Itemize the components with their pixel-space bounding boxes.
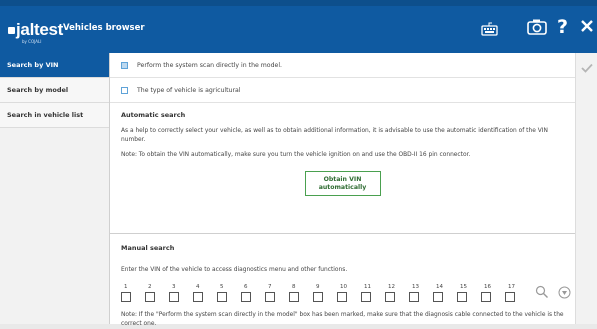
- vin-char-input[interactable]: [289, 292, 299, 302]
- vin-char-input[interactable]: [505, 292, 515, 302]
- vin-char-input[interactable]: [313, 292, 323, 302]
- vin-char-input[interactable]: [145, 292, 155, 302]
- vin-char-input[interactable]: [433, 292, 443, 302]
- vin-position-number: 10: [340, 284, 347, 290]
- obtain-vin-label-1: Obtain VIN: [323, 175, 362, 183]
- vin-char-cell: 4: [193, 284, 217, 302]
- vin-char-cell: 1: [121, 284, 145, 302]
- vin-char-input[interactable]: [241, 292, 251, 302]
- vin-position-number: 11: [364, 284, 371, 290]
- sidebar-item-search-by-vin[interactable]: Search by VIN: [0, 53, 109, 78]
- vin-position-number: 16: [484, 284, 491, 290]
- vin-char-input[interactable]: [385, 292, 395, 302]
- vin-char-cell: 3: [169, 284, 193, 302]
- vin-char-input[interactable]: [361, 292, 371, 302]
- vin-char-cell: 2: [145, 284, 169, 302]
- vin-char-input[interactable]: [121, 292, 131, 302]
- section-divider: [110, 233, 575, 234]
- manual-search-section: Manual search Enter the VIN of the vehic…: [110, 244, 575, 329]
- vin-char-input[interactable]: [481, 292, 491, 302]
- vin-char-cell: 15: [457, 284, 481, 302]
- obtain-vin-button[interactable]: Obtain VIN automatically: [304, 171, 381, 196]
- obtain-vin-label-2: automatically: [318, 183, 367, 191]
- search-icon[interactable]: [535, 284, 549, 303]
- vin-position-number: 3: [172, 284, 176, 290]
- vin-position-number: 17: [508, 284, 515, 290]
- vin-char-input[interactable]: [193, 292, 203, 302]
- vin-char-input[interactable]: [217, 292, 227, 302]
- vin-char-cell: 5: [217, 284, 241, 302]
- vin-char-cell: 10: [337, 284, 361, 302]
- vin-char-cell: 8: [289, 284, 313, 302]
- vin-char-cell: 14: [433, 284, 457, 302]
- vin-char-cell: 13: [409, 284, 433, 302]
- sidebar-item-search-by-model[interactable]: Search by model: [0, 78, 109, 103]
- vin-char-cell: 7: [265, 284, 289, 302]
- automatic-search-note: Note: To obtain the VIN automatically, m…: [121, 152, 471, 158]
- vin-char-cell: 17: [505, 284, 529, 302]
- automatic-search-help: As a help to correctly select your vehic…: [121, 128, 548, 143]
- vin-position-number: 8: [292, 284, 296, 290]
- search-method-sidebar: Search by VIN Search by model Search in …: [0, 53, 110, 324]
- agricultural-checkbox[interactable]: [121, 86, 128, 94]
- vin-char-cell: 12: [385, 284, 409, 302]
- vin-position-number: 5: [220, 284, 224, 290]
- system-scan-label: Perform the system scan directly in the …: [137, 61, 283, 69]
- jaltest-logo: jaltest by COJALI: [8, 20, 63, 44]
- vin-char-input[interactable]: [169, 292, 179, 302]
- vin-input-row: 1 2 3 4 5 6 7 8 9 10 11 12 13 14 15 16 17: [121, 284, 571, 303]
- vin-position-number: 7: [268, 284, 272, 290]
- option-agricultural[interactable]: The type of vehicle is agricultural: [110, 78, 575, 103]
- system-scan-checkbox[interactable]: [121, 61, 128, 69]
- vin-position-number: 1: [124, 284, 128, 290]
- agricultural-label: The type of vehicle is agricultural: [137, 86, 241, 94]
- manual-search-title: Manual search: [121, 244, 175, 252]
- vin-position-number: 6: [244, 284, 248, 290]
- vin-char-cell: 6: [241, 284, 265, 302]
- vin-char-cell: 16: [481, 284, 505, 302]
- vin-char-cell: 11: [361, 284, 385, 302]
- vin-position-number: 4: [196, 284, 200, 290]
- window-title: Vehicles browser: [63, 23, 145, 33]
- manual-search-help: Enter the VIN of the vehicle to access d…: [121, 267, 348, 273]
- vin-position-number: 9: [316, 284, 320, 290]
- sidebar-item-search-in-vehicle-list[interactable]: Search in vehicle list: [0, 103, 109, 128]
- vin-position-number: 15: [460, 284, 467, 290]
- vin-position-number: 13: [412, 284, 419, 290]
- camera-icon[interactable]: [527, 18, 547, 40]
- vin-char-input[interactable]: [457, 292, 467, 302]
- automatic-search-title: Automatic search: [121, 111, 186, 119]
- vin-position-number: 14: [436, 284, 443, 290]
- check-icon[interactable]: [581, 58, 593, 77]
- dropdown-circle-icon[interactable]: [558, 284, 571, 303]
- close-icon[interactable]: [580, 18, 594, 37]
- help-icon[interactable]: ?: [557, 16, 568, 38]
- keyboard-icon[interactable]: [481, 20, 498, 41]
- vin-char-input[interactable]: [409, 292, 419, 302]
- manual-search-note: Note: If the "Perform the system scan di…: [121, 312, 564, 327]
- automatic-search-section: Automatic search As a help to correctly …: [110, 111, 575, 233]
- vin-char-input[interactable]: [265, 292, 275, 302]
- vin-position-number: 2: [148, 284, 152, 290]
- vin-position-number: 12: [388, 284, 395, 290]
- vin-char-cell: 9: [313, 284, 337, 302]
- title-bar: jaltest by COJALI Vehicles browser ?: [0, 6, 597, 53]
- right-action-column: [575, 53, 597, 324]
- main-panel: Perform the system scan directly in the …: [110, 53, 575, 327]
- vin-char-input[interactable]: [337, 292, 347, 302]
- option-system-scan[interactable]: Perform the system scan directly in the …: [110, 53, 575, 78]
